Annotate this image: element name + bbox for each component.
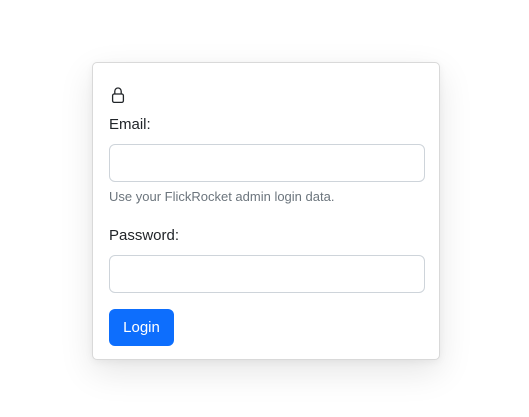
- email-help-text: Use your FlickRocket admin login data.: [109, 189, 335, 204]
- email-label: Email:: [109, 116, 151, 133]
- password-field[interactable]: [109, 255, 425, 293]
- email-field[interactable]: [109, 144, 425, 182]
- lock-icon: [111, 86, 125, 104]
- login-card: Email: Use your FlickRocket admin login …: [92, 62, 440, 360]
- page: Email: Use your FlickRocket admin login …: [0, 0, 529, 417]
- password-label: Password:: [109, 227, 180, 244]
- login-button[interactable]: Login: [109, 309, 174, 346]
